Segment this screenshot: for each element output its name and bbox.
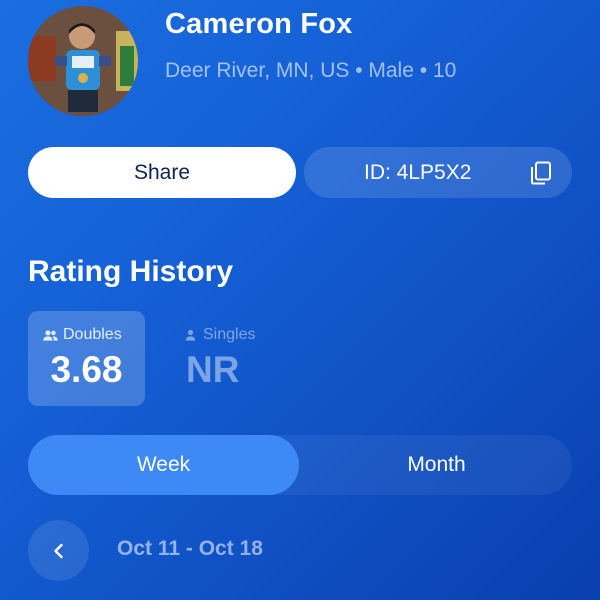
rating-card-doubles-text: Doubles bbox=[63, 326, 122, 343]
chevron-left-icon bbox=[53, 543, 63, 558]
rating-card-doubles-label: Doubles bbox=[42, 326, 122, 344]
rating-history-title: Rating History bbox=[28, 255, 234, 288]
period-week-tab[interactable]: Week bbox=[28, 435, 299, 495]
rating-card-singles[interactable]: Singles NR bbox=[168, 311, 285, 406]
period-month-tab[interactable]: Month bbox=[301, 435, 572, 495]
rating-card-doubles-value: 3.68 bbox=[50, 349, 123, 390]
period-toggle: Week Month bbox=[28, 435, 572, 495]
player-name: Cameron Fox bbox=[165, 8, 353, 40]
copy-icon[interactable] bbox=[528, 160, 554, 186]
player-meta: Deer River, MN, US • Male • 10 bbox=[165, 59, 457, 82]
player-id-pill[interactable]: ID: 4LP5X2 bbox=[304, 147, 572, 198]
player-id-text: ID: 4LP5X2 bbox=[364, 161, 472, 184]
rating-card-singles-text: Singles bbox=[203, 326, 256, 343]
previous-period-button[interactable] bbox=[28, 520, 89, 581]
avatar[interactable] bbox=[28, 6, 138, 116]
rating-card-singles-label: Singles bbox=[182, 326, 255, 344]
rating-card-singles-value: NR bbox=[186, 349, 240, 390]
person-icon bbox=[185, 329, 196, 341]
player-profile-screen: Cameron Fox Deer River, MN, US • Male • … bbox=[0, 0, 600, 600]
people-icon bbox=[43, 329, 58, 341]
date-range-label: Oct 11 - Oct 18 bbox=[117, 537, 263, 560]
share-button[interactable]: Share bbox=[28, 147, 296, 198]
profile-photo bbox=[28, 6, 138, 116]
rating-card-doubles[interactable]: Doubles 3.68 bbox=[28, 311, 145, 406]
